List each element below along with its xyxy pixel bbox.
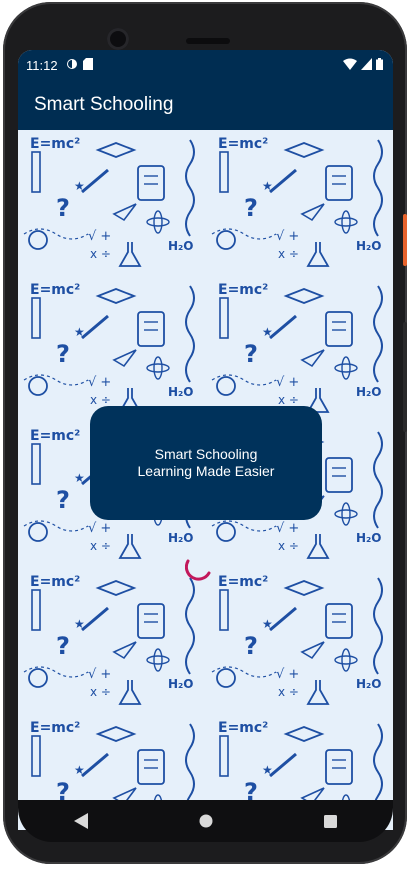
wifi-icon (343, 58, 357, 73)
svg-text:E=mc²: E=mc² (30, 574, 80, 590)
app-title: Smart Schooling (34, 94, 174, 115)
svg-text:★: ★ (74, 617, 85, 631)
splash-subtitle: Learning Made Easier (137, 463, 275, 479)
svg-text:√ +: √ + (88, 667, 111, 682)
svg-text:√ +: √ + (276, 667, 299, 682)
home-icon[interactable] (194, 809, 218, 833)
screen: 11:12 Smart Schooling E=mc² H₂O? √ + x ÷ ★ E=… (18, 50, 393, 830)
svg-text:?: ? (56, 486, 70, 514)
svg-text:E=mc²: E=mc² (218, 282, 268, 298)
volume-button (403, 322, 407, 432)
svg-text:x ÷: x ÷ (278, 393, 299, 407)
svg-text:√ +: √ + (88, 375, 111, 390)
svg-text:?: ? (56, 194, 70, 222)
app-bar: Smart Schooling (18, 80, 393, 130)
svg-text:★: ★ (262, 617, 273, 631)
splash-title: Smart Schooling (154, 446, 258, 462)
svg-text:?: ? (244, 194, 258, 222)
svg-text:√ +: √ + (88, 521, 111, 536)
earpiece-speaker (186, 38, 230, 44)
svg-text:√ +: √ + (276, 521, 299, 536)
svg-text:√ +: √ + (276, 375, 299, 390)
svg-text:x ÷: x ÷ (90, 393, 111, 407)
svg-text:★: ★ (262, 179, 273, 193)
front-camera (107, 28, 129, 50)
svg-text:★: ★ (262, 325, 273, 339)
splash-card: Smart Schooling Learning Made Easier (90, 406, 322, 520)
svg-text:H₂O: H₂O (168, 239, 194, 253)
svg-text:E=mc²: E=mc² (30, 720, 80, 736)
svg-text:E=mc²: E=mc² (30, 136, 80, 152)
svg-text:x ÷: x ÷ (90, 539, 111, 553)
svg-text:★: ★ (74, 179, 85, 193)
svg-text:★: ★ (74, 471, 85, 485)
svg-text:E=mc²: E=mc² (30, 428, 80, 444)
svg-text:H₂O: H₂O (356, 385, 382, 399)
svg-text:H₂O: H₂O (356, 677, 382, 691)
svg-text:?: ? (56, 632, 70, 660)
svg-text:?: ? (56, 340, 70, 368)
svg-text:x ÷: x ÷ (278, 247, 299, 261)
svg-text:H₂O: H₂O (168, 531, 194, 545)
power-button (403, 214, 407, 266)
svg-text:H₂O: H₂O (168, 677, 194, 691)
svg-text:√ +: √ + (88, 229, 111, 244)
svg-text:H₂O: H₂O (356, 531, 382, 545)
navigation-bar (18, 800, 393, 842)
status-bar: 11:12 (18, 50, 393, 80)
svg-text:H₂O: H₂O (168, 385, 194, 399)
svg-text:x ÷: x ÷ (278, 685, 299, 699)
sync-icon (66, 58, 78, 73)
svg-text:√ +: √ + (276, 229, 299, 244)
status-time: 11:12 (26, 57, 58, 73)
back-icon[interactable] (69, 809, 93, 833)
svg-text:★: ★ (74, 325, 85, 339)
recents-icon[interactable] (319, 809, 343, 833)
svg-text:x ÷: x ÷ (278, 539, 299, 553)
svg-text:E=mc²: E=mc² (30, 282, 80, 298)
svg-text:?: ? (244, 632, 258, 660)
svg-text:x ÷: x ÷ (90, 247, 111, 261)
svg-text:?: ? (244, 340, 258, 368)
svg-text:x ÷: x ÷ (90, 685, 111, 699)
svg-text:E=mc²: E=mc² (218, 720, 268, 736)
svg-text:E=mc²: E=mc² (218, 136, 268, 152)
battery-icon (376, 57, 383, 73)
svg-text:E=mc²: E=mc² (218, 574, 268, 590)
svg-text:★: ★ (262, 763, 273, 777)
loading-spinner (185, 559, 211, 581)
sd-card-icon (82, 57, 93, 73)
signal-icon (361, 57, 372, 73)
svg-text:H₂O: H₂O (356, 239, 382, 253)
svg-text:★: ★ (74, 763, 85, 777)
